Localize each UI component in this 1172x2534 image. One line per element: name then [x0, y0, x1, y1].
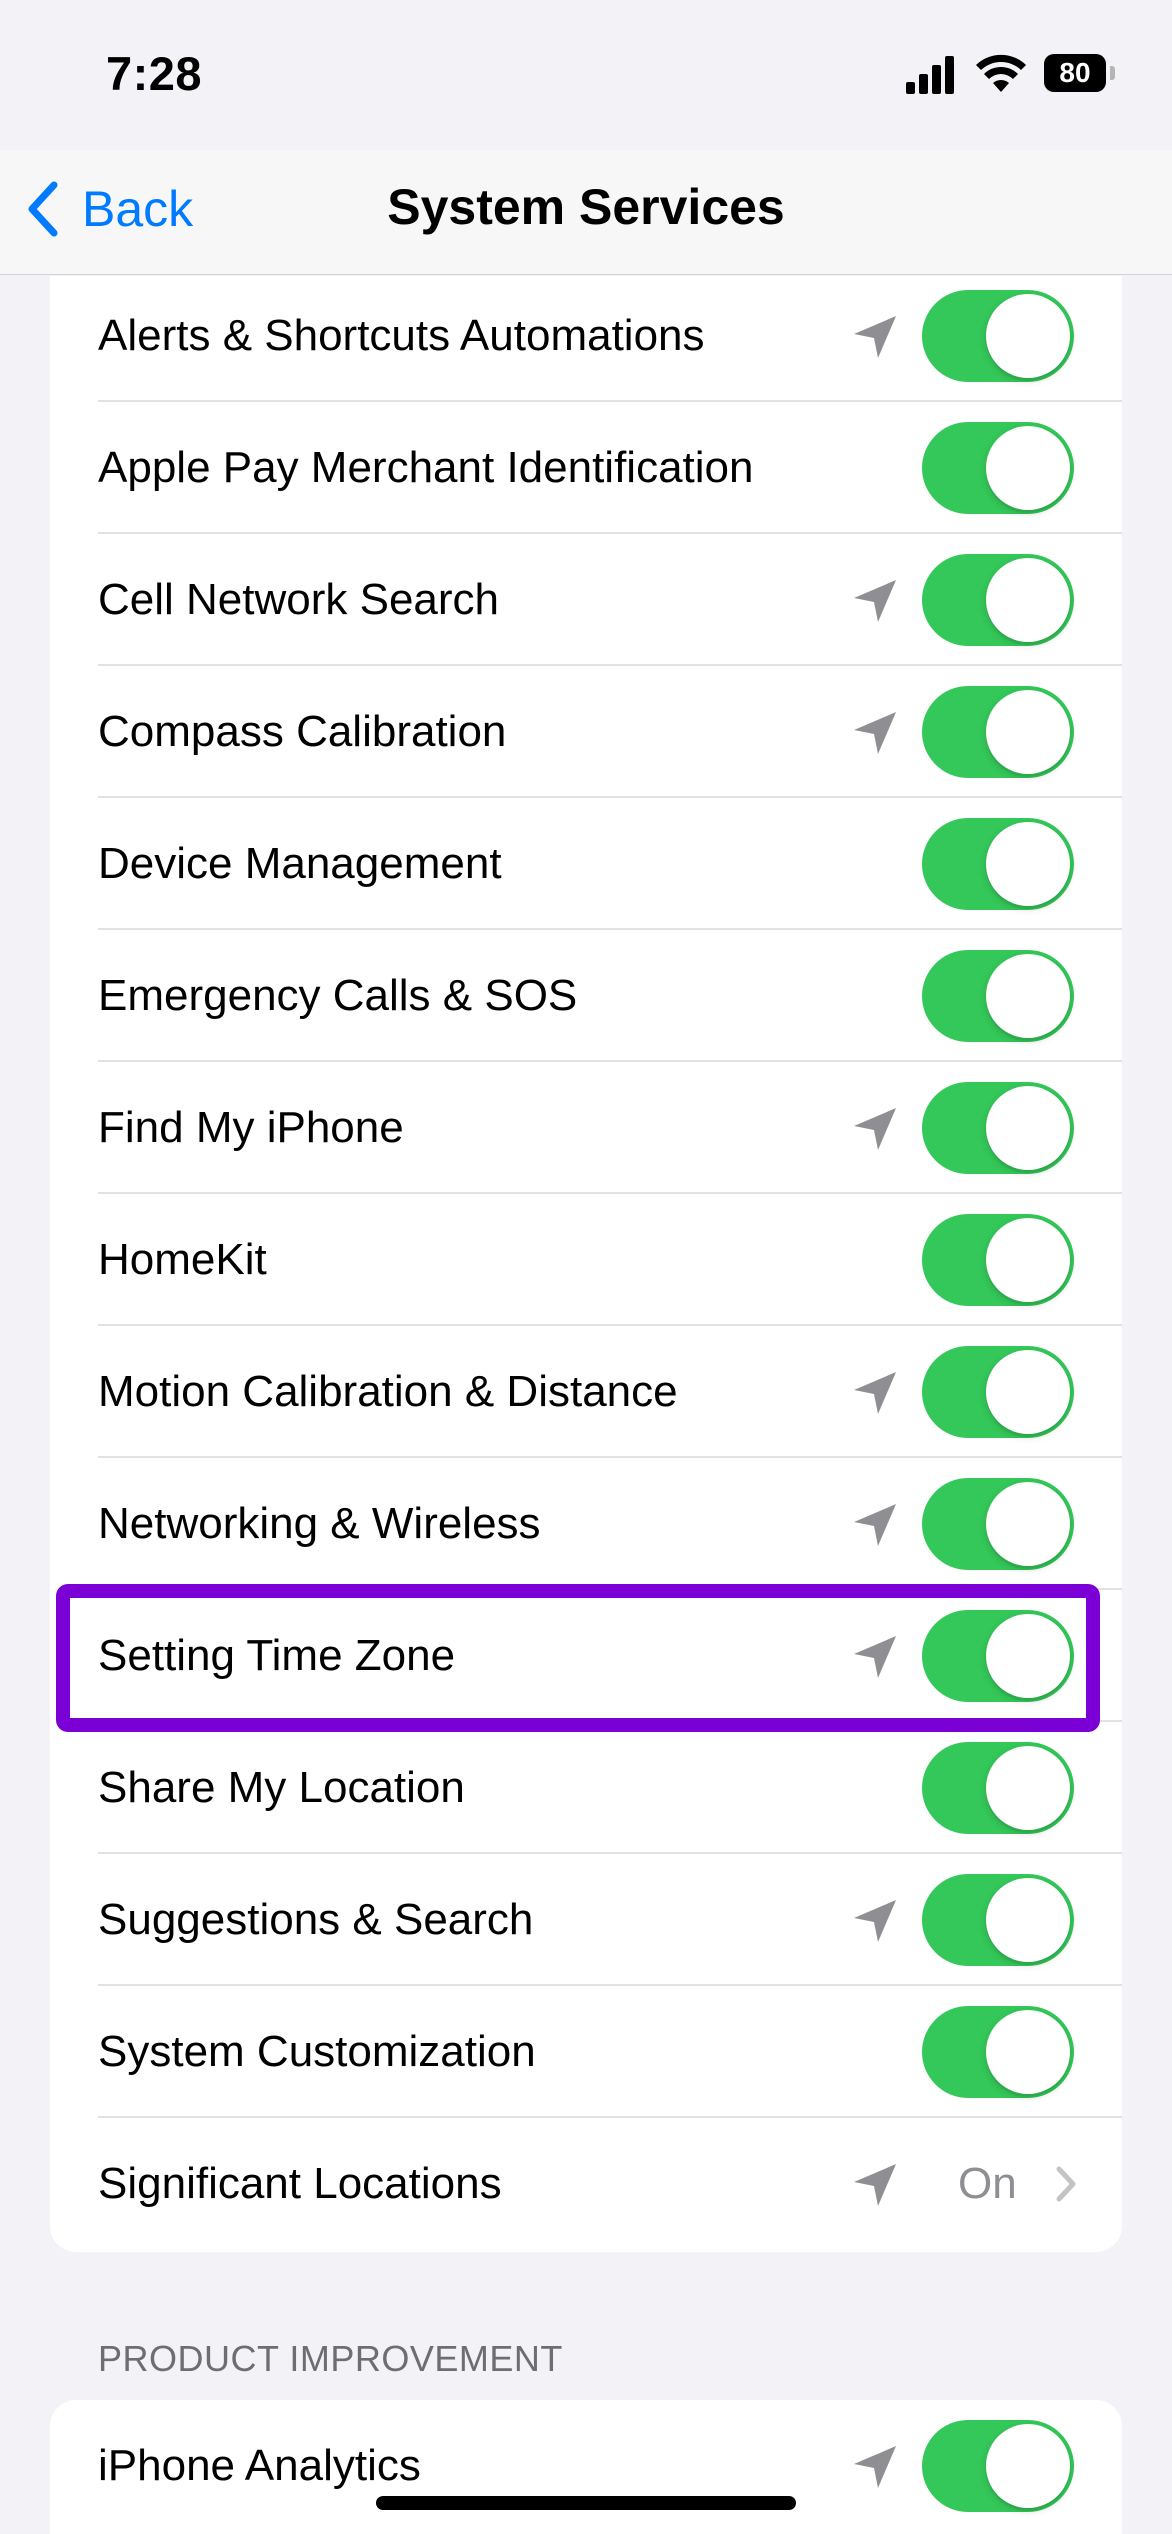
- list-item-label: Emergency Calls & SOS: [98, 971, 578, 1020]
- list-item-compass-calibration[interactable]: Compass Calibration: [50, 666, 1122, 798]
- list-item-label: HomeKit: [98, 1235, 267, 1284]
- navigation-bar: Back System Services: [0, 150, 1172, 275]
- toggle-knob: [986, 1218, 1070, 1302]
- list-item-label: Suggestions & Search: [98, 1895, 534, 1944]
- toggle-switch[interactable]: [922, 818, 1074, 910]
- battery-cap: [1110, 66, 1115, 80]
- list-item-apple-pay-merchant-identification[interactable]: Apple Pay Merchant Identification: [50, 402, 1122, 534]
- toggle-knob: [986, 1350, 1070, 1434]
- battery-level: 80: [1059, 57, 1091, 88]
- list-item-significant-locations[interactable]: Significant Locations On: [50, 2118, 1122, 2250]
- home-indicator: [376, 2496, 796, 2510]
- toggle-switch[interactable]: [922, 2420, 1074, 2512]
- list-item-find-my-iphone[interactable]: Find My iPhone: [50, 1062, 1122, 1194]
- location-arrow-icon: [854, 2164, 896, 2206]
- toggle-switch[interactable]: [922, 686, 1074, 778]
- list-item-cell-network-search[interactable]: Cell Network Search: [50, 534, 1122, 666]
- toggle-switch[interactable]: [922, 950, 1074, 1042]
- toggle-switch[interactable]: [922, 290, 1074, 382]
- list-item-networking-and-wireless[interactable]: Networking & Wireless: [50, 1458, 1122, 1590]
- toggle-knob: [986, 1086, 1070, 1170]
- list-item-emergency-calls-and-sos[interactable]: Emergency Calls & SOS: [50, 930, 1122, 1062]
- location-arrow-icon: [854, 1900, 896, 1942]
- list-item-label: iPhone Analytics: [98, 2441, 421, 2490]
- chevron-right-icon: [1056, 2166, 1076, 2202]
- toggle-switch[interactable]: [922, 1214, 1074, 1306]
- toggle-switch[interactable]: [922, 1874, 1074, 1966]
- cellular-signal-icon: [906, 56, 954, 94]
- page-title: System Services: [387, 179, 785, 235]
- toggle-switch[interactable]: [922, 1742, 1074, 1834]
- battery-icon: 80: [1044, 54, 1116, 92]
- location-arrow-icon: [854, 580, 896, 622]
- toggle-switch[interactable]: [922, 1346, 1074, 1438]
- toggle-knob: [986, 2010, 1070, 2094]
- list-item-label: System Customization: [98, 2027, 536, 2076]
- list-item-system-customization[interactable]: System Customization: [50, 1986, 1122, 2118]
- location-arrow-icon: [854, 1636, 896, 1678]
- status-time: 7:28: [106, 47, 203, 100]
- location-arrow-icon: [854, 2446, 896, 2488]
- list-item-label: Find My iPhone: [98, 1103, 404, 1152]
- toggle-switch[interactable]: [922, 422, 1074, 514]
- list-item-iphone-analytics[interactable]: iPhone Analytics: [50, 2400, 1122, 2532]
- list-item-label: Setting Time Zone: [98, 1631, 456, 1680]
- list-item-label: Apple Pay Merchant Identification: [98, 443, 754, 492]
- list-item-label: Significant Locations: [98, 2159, 502, 2208]
- toggle-switch[interactable]: [922, 1082, 1074, 1174]
- list-item-alerts-and-shortcuts-automations[interactable]: Alerts & Shortcuts Automations: [50, 276, 1122, 402]
- list-item-label: Motion Calibration & Distance: [98, 1367, 678, 1416]
- toggle-knob: [986, 954, 1070, 1038]
- list-item-motion-calibration-and-distance[interactable]: Motion Calibration & Distance: [50, 1326, 1122, 1458]
- list-item-label: Compass Calibration: [98, 707, 507, 756]
- list-item-label: Share My Location: [98, 1763, 465, 1812]
- location-arrow-icon: [854, 1372, 896, 1414]
- list-item-suggestions-and-search[interactable]: Suggestions & Search: [50, 1854, 1122, 1986]
- toggle-switch[interactable]: [922, 1610, 1074, 1702]
- toggle-switch[interactable]: [922, 2006, 1074, 2098]
- location-arrow-icon: [854, 712, 896, 754]
- product-improvement-list: iPhone Analytics: [50, 2400, 1122, 2534]
- significant-locations-value: On: [958, 2159, 1017, 2208]
- list-item-label: Cell Network Search: [98, 575, 500, 624]
- section-header-product-improvement: PRODUCT IMPROVEMENT: [98, 2338, 563, 2379]
- location-arrow-icon: [854, 1108, 896, 1150]
- toggle-knob: [986, 558, 1070, 642]
- status-bar: 7:28 80: [0, 0, 1172, 150]
- location-arrow-icon: [854, 316, 896, 358]
- list-item-share-my-location[interactable]: Share My Location: [50, 1722, 1122, 1854]
- toggle-knob: [986, 822, 1070, 906]
- toggle-knob: [986, 1614, 1070, 1698]
- toggle-knob: [986, 294, 1070, 378]
- toggle-knob: [986, 1746, 1070, 1830]
- toggle-switch[interactable]: [922, 1478, 1074, 1570]
- location-arrow-icon: [854, 1504, 896, 1546]
- toggle-switch[interactable]: [922, 554, 1074, 646]
- toggle-knob: [986, 2424, 1070, 2508]
- list-item-homekit[interactable]: HomeKit: [50, 1194, 1122, 1326]
- settings-screen: 7:28 80 Back System Services Alerts & Sh…: [0, 0, 1172, 2534]
- toggle-knob: [986, 1482, 1070, 1566]
- list-item-label: Device Management: [98, 839, 502, 888]
- list-item-label: Networking & Wireless: [98, 1499, 541, 1548]
- list-item-setting-time-zone[interactable]: Setting Time Zone: [50, 1590, 1122, 1722]
- system-services-list: Alerts & Shortcuts Automations Apple Pay…: [50, 276, 1122, 2252]
- toggle-knob: [986, 1878, 1070, 1962]
- toggle-knob: [986, 690, 1070, 774]
- toggle-knob: [986, 426, 1070, 510]
- list-item-label: Alerts & Shortcuts Automations: [98, 311, 705, 360]
- wifi-icon: [976, 54, 1026, 92]
- list-item-device-management[interactable]: Device Management: [50, 798, 1122, 930]
